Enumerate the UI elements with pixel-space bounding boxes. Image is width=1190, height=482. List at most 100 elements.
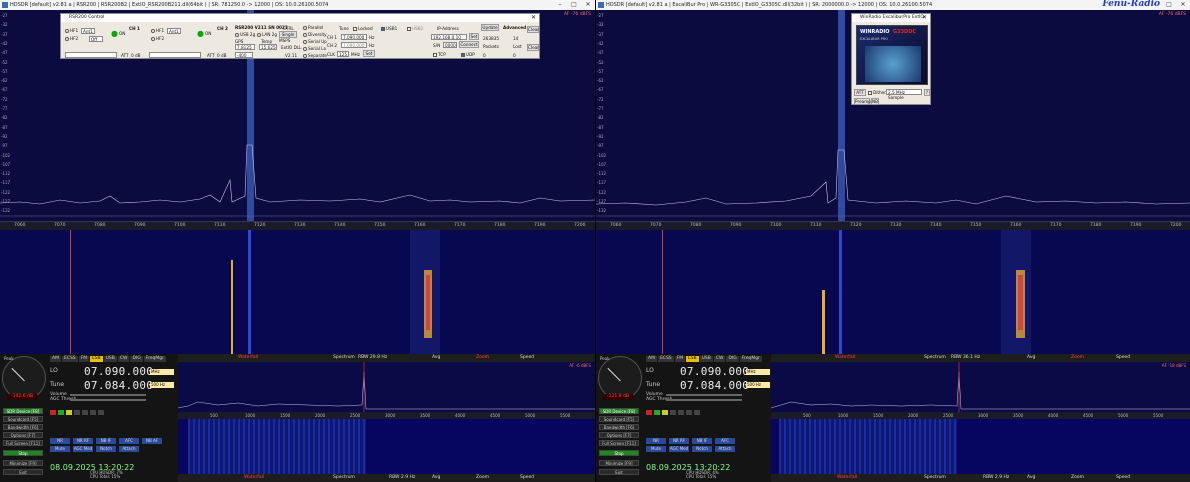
speed-label-af[interactable]: Speed (1116, 474, 1130, 482)
notch-button[interactable]: Notch (96, 446, 116, 452)
rbw-value[interactable]: RBW 29.8 Hz (358, 354, 387, 362)
update-button[interactable]: Update (481, 24, 499, 31)
tcp-check[interactable]: TCP (433, 52, 446, 57)
stop-button[interactable]: Stop (3, 450, 43, 456)
nr-button[interactable]: NR (646, 438, 666, 444)
temp-field[interactable]: 15.625 (259, 44, 277, 50)
help-button[interactable]: ? (924, 89, 930, 96)
fullscreen-button[interactable]: Full Screen [F11] (599, 440, 639, 446)
clear-button-2[interactable]: Clear (527, 44, 539, 51)
lo-frequency[interactable]: 07.090.000 (680, 365, 749, 378)
ch2-ant-select[interactable]: Ant1 (167, 28, 181, 34)
ch2-frequency-field[interactable]: 7.090.000 (341, 42, 367, 48)
afc-button[interactable]: AFC (715, 438, 735, 444)
agc-slider[interactable] (666, 399, 742, 401)
stop-button[interactable]: Stop (599, 450, 639, 456)
soundcard-button[interactable]: Soundcard [F5] (3, 416, 43, 422)
attach-button[interactable]: Attach (715, 446, 735, 452)
waterfall[interactable] (596, 230, 1190, 354)
waterfall[interactable] (0, 230, 595, 354)
nr-button[interactable]: NR (50, 438, 70, 444)
minimize-icon[interactable]: – (553, 0, 567, 10)
attach-button[interactable]: Attach (119, 446, 139, 452)
mute-button[interactable]: Mute (50, 446, 70, 452)
sample-rate-select[interactable]: 2.5 MHz Sample (886, 89, 922, 100)
udp-check[interactable]: UDP (461, 52, 475, 57)
volume-slider[interactable] (70, 394, 146, 396)
minimize-button[interactable]: Minimize [F9] (3, 460, 43, 466)
bandwidth-button[interactable]: Bandwidth [F6] (599, 424, 639, 430)
rbw-value[interactable]: RBW 36.1 Hz (951, 354, 980, 362)
waterfall-label[interactable]: Waterfall (238, 354, 258, 362)
nb-if-button[interactable]: NB IF (692, 438, 712, 444)
preamp-button[interactable]: Preamp (854, 98, 871, 105)
mode-dig[interactable]: DIG (130, 356, 143, 362)
spectrum-label[interactable]: Spectrum (333, 354, 355, 362)
usb2-check[interactable]: USB2 (407, 26, 423, 31)
frequency-scale[interactable]: 7060 7070 7080 7090 7100 7110 7120 7130 7140 7150… (596, 221, 1190, 230)
serial-up-radio[interactable]: Serial Up (303, 39, 327, 44)
lo-frequency[interactable]: 07.090.000 (84, 365, 153, 378)
hf2-radio[interactable]: HF2 (65, 36, 78, 41)
lo-step-box[interactable]: MHz (746, 369, 770, 375)
mute-button[interactable]: Mute (646, 446, 666, 452)
tune-step-box[interactable]: 500 Hz (150, 382, 174, 388)
spectrum-label[interactable]: Spectrum (924, 354, 946, 362)
avg-label[interactable]: Avg (432, 354, 440, 362)
tune-frequency[interactable]: 07.084.000 (84, 379, 153, 392)
ch1-ant-select[interactable]: Ant1 (81, 28, 95, 34)
mode-am[interactable]: AM (646, 356, 657, 362)
mode-lsb[interactable]: LSB (686, 356, 699, 362)
transport-bar[interactable] (646, 410, 700, 415)
rbw-value-af[interactable]: RBW 2.9 Hz (983, 474, 1009, 482)
close-icon[interactable]: ✕ (922, 14, 927, 21)
gps-field[interactable]: 7.8125 (235, 44, 255, 50)
mode-usb[interactable]: USB (103, 356, 117, 362)
maximize-icon[interactable]: □ (567, 0, 581, 10)
avg-label[interactable]: Avg (1027, 354, 1035, 362)
close-icon[interactable]: ✕ (1176, 0, 1190, 10)
ip-field[interactable]: 192.168.0.10 (431, 34, 467, 40)
mode-fm[interactable]: FM (78, 356, 90, 362)
mode-dig[interactable]: DIG (726, 356, 739, 362)
usb1-check[interactable]: USB1 (381, 26, 397, 31)
serial-lo-radio[interactable]: Serial Lo (303, 46, 326, 51)
waterfall-label-af[interactable]: Waterfall (244, 474, 264, 482)
diversity-radio[interactable]: Diversity (303, 32, 327, 37)
af-waterfall[interactable] (178, 419, 595, 474)
v-field[interactable]: -400 (235, 52, 253, 58)
set-ip-button[interactable]: Set (469, 33, 479, 40)
ch1-frequency-field[interactable]: 7.090.000 (341, 34, 367, 40)
ch2-att-value[interactable]: 0 dB (217, 53, 227, 58)
close-icon[interactable]: ✕ (581, 0, 595, 10)
avg-label-af[interactable]: Avg (1027, 474, 1035, 482)
set-clk-button[interactable]: Set (363, 50, 375, 57)
maximize-icon[interactable]: □ (1162, 0, 1176, 10)
clk-field[interactable]: 125 (337, 51, 349, 57)
zoom-label[interactable]: Zoom (1071, 354, 1084, 362)
speed-label-af[interactable]: Speed (520, 474, 534, 482)
nb-af-button[interactable]: NB AF (142, 438, 162, 444)
speed-label[interactable]: Speed (1116, 354, 1130, 362)
att-button[interactable]: ATT (854, 89, 866, 96)
dither-check[interactable]: Dither (868, 90, 886, 95)
ch2-hf1-radio[interactable]: HF1 (151, 28, 164, 33)
tune-step-box[interactable]: 500 Hz (746, 382, 770, 388)
notch-button[interactable]: Notch (692, 446, 712, 452)
ch2-hf2-radio[interactable]: HF2 (151, 36, 164, 41)
speed-label[interactable]: Speed (520, 354, 534, 362)
ch2-name-field[interactable] (149, 52, 201, 58)
transport-bar[interactable] (50, 410, 104, 415)
minimize-button[interactable]: Minimize [F9] (599, 460, 639, 466)
advanced-label[interactable]: Advanced (503, 25, 526, 30)
frequency-scale[interactable]: 7060 7070 7080 7090 7100 7110 7120 7130 7140 7150… (0, 221, 595, 230)
nb-if-button[interactable]: NB IF (96, 438, 116, 444)
lan-radio[interactable]: LAN 2g (257, 32, 277, 37)
agc-button[interactable]: AGC Med (669, 446, 689, 452)
volume-slider[interactable] (666, 394, 742, 396)
options-button[interactable]: Options [F7] (3, 432, 43, 438)
bandwidth-button[interactable]: Bandwidth [F6] (3, 424, 43, 430)
freqmgr-button[interactable]: FreqMgr (739, 356, 762, 362)
usb-radio[interactable]: USB 2g (235, 32, 255, 37)
parallel-radio[interactable]: Parallel (303, 25, 323, 30)
